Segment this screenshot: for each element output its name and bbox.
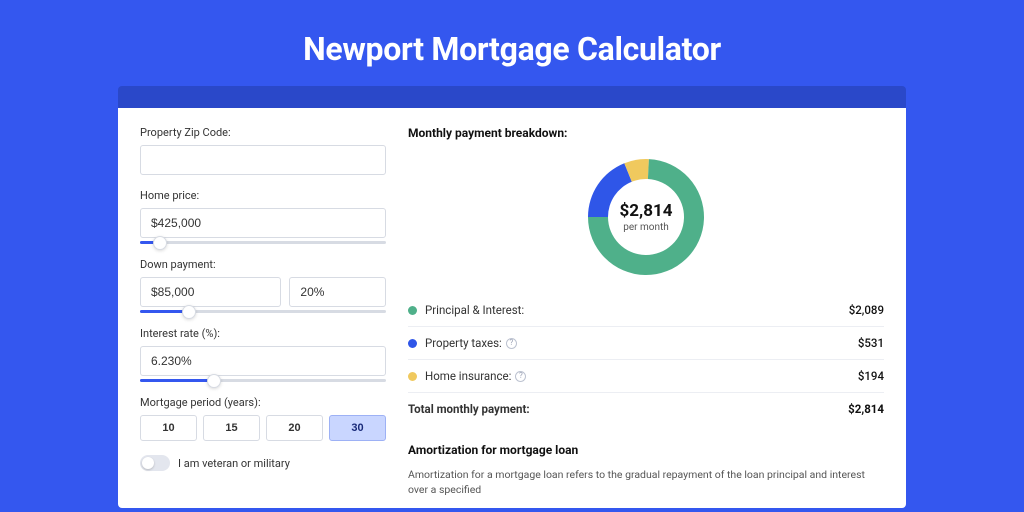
legend-swatch bbox=[408, 372, 417, 381]
price-slider-thumb[interactable] bbox=[153, 236, 167, 250]
zip-label: Property Zip Code: bbox=[140, 126, 386, 139]
info-icon[interactable]: ? bbox=[515, 371, 526, 382]
rate-input[interactable] bbox=[140, 346, 386, 376]
period-buttons: 10152030 bbox=[140, 415, 386, 441]
legend-value: $194 bbox=[858, 369, 884, 383]
price-label: Home price: bbox=[140, 189, 386, 202]
veteran-row: I am veteran or military bbox=[140, 455, 386, 471]
down-group: Down payment: bbox=[140, 258, 386, 313]
price-group: Home price: bbox=[140, 189, 386, 244]
legend-value: $531 bbox=[858, 336, 884, 350]
zip-input[interactable] bbox=[140, 145, 386, 175]
donut-center-value: $2,814 bbox=[620, 201, 673, 221]
down-percent-input[interactable] bbox=[289, 277, 386, 307]
price-input[interactable] bbox=[140, 208, 386, 238]
breakdown-title: Monthly payment breakdown: bbox=[408, 126, 884, 140]
rate-label: Interest rate (%): bbox=[140, 327, 386, 340]
legend-swatch bbox=[408, 339, 417, 348]
donut-chart: $2,814 per month bbox=[583, 154, 709, 280]
period-btn-20[interactable]: 20 bbox=[266, 415, 323, 441]
rate-slider-fill bbox=[140, 379, 214, 382]
veteran-toggle-knob bbox=[142, 457, 154, 469]
period-label: Mortgage period (years): bbox=[140, 396, 386, 409]
input-panel: Property Zip Code: Home price: Down paym… bbox=[140, 126, 386, 508]
page-title: Newport Mortgage Calculator bbox=[0, 30, 1024, 68]
down-amount-input[interactable] bbox=[140, 277, 281, 307]
veteran-toggle[interactable] bbox=[140, 455, 170, 471]
down-slider[interactable] bbox=[140, 310, 386, 313]
period-btn-30[interactable]: 30 bbox=[329, 415, 386, 441]
card-top-strip bbox=[118, 86, 906, 108]
period-group: Mortgage period (years): 10152030 bbox=[140, 396, 386, 441]
rate-slider[interactable] bbox=[140, 379, 386, 382]
breakdown-panel: Monthly payment breakdown: $2,814 per mo… bbox=[408, 126, 884, 508]
rate-slider-thumb[interactable] bbox=[207, 374, 221, 388]
legend-row: Principal & Interest:$2,089 bbox=[408, 294, 884, 327]
down-slider-thumb[interactable] bbox=[182, 305, 196, 319]
legend: Principal & Interest:$2,089Property taxe… bbox=[408, 294, 884, 425]
price-slider[interactable] bbox=[140, 241, 386, 244]
legend-swatch bbox=[408, 306, 417, 315]
period-btn-15[interactable]: 15 bbox=[203, 415, 260, 441]
legend-row: Property taxes: ?$531 bbox=[408, 327, 884, 360]
donut-center-sub: per month bbox=[623, 222, 669, 233]
hero: Newport Mortgage Calculator bbox=[0, 0, 1024, 86]
legend-row: Home insurance: ?$194 bbox=[408, 360, 884, 393]
legend-label: Property taxes: ? bbox=[425, 336, 858, 350]
zip-group: Property Zip Code: bbox=[140, 126, 386, 175]
period-btn-10[interactable]: 10 bbox=[140, 415, 197, 441]
rate-group: Interest rate (%): bbox=[140, 327, 386, 382]
legend-row-total: Total monthly payment:$2,814 bbox=[408, 393, 884, 425]
total-value: $2,814 bbox=[848, 402, 884, 416]
amortization-title: Amortization for mortgage loan bbox=[408, 443, 884, 457]
down-label: Down payment: bbox=[140, 258, 386, 271]
legend-value: $2,089 bbox=[849, 303, 884, 317]
amortization-body: Amortization for a mortgage loan refers … bbox=[408, 467, 884, 497]
legend-label: Home insurance: ? bbox=[425, 369, 858, 383]
veteran-label: I am veteran or military bbox=[178, 457, 290, 470]
info-icon[interactable]: ? bbox=[506, 338, 517, 349]
calculator-card: Property Zip Code: Home price: Down paym… bbox=[118, 108, 906, 508]
amortization-section: Amortization for mortgage loan Amortizat… bbox=[408, 443, 884, 497]
legend-label: Principal & Interest: bbox=[425, 303, 849, 317]
donut-center: $2,814 per month bbox=[583, 154, 709, 280]
donut-area: $2,814 per month bbox=[408, 148, 884, 294]
total-label: Total monthly payment: bbox=[408, 402, 848, 416]
